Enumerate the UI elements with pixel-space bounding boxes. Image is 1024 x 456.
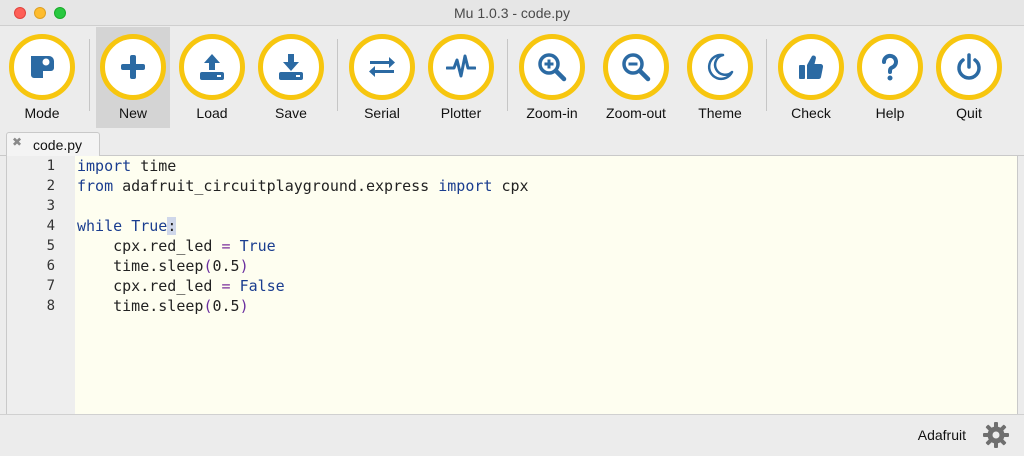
code-line: while True:: [77, 217, 177, 235]
code-line: import time: [77, 157, 177, 175]
plotter-button-label: Plotter: [440, 105, 482, 121]
line-number: 5: [46, 238, 55, 254]
toolbar-separator: [766, 39, 767, 111]
current-mode-label: Adafruit: [917, 427, 966, 443]
code-line: time.sleep(0.5): [77, 257, 249, 275]
window-title: Mu 1.0.3 - code.py: [454, 5, 570, 21]
line-number: 6: [46, 258, 55, 274]
toolbar-separator: [89, 39, 90, 111]
code-line: cpx.red_led = True: [77, 237, 276, 255]
toolbar-separator: [507, 39, 508, 111]
line-number: 3: [46, 198, 55, 214]
upload-icon: [200, 54, 224, 80]
line-number: 2: [46, 178, 55, 194]
tab-bar: ✖ code.py: [0, 128, 1024, 157]
load-button-label: Load: [196, 105, 228, 121]
new-button[interactable]: New: [96, 27, 170, 128]
zoom-in-icon: [538, 53, 567, 82]
pulse-icon: [446, 54, 476, 78]
serial-button[interactable]: Serial: [342, 27, 422, 128]
toolbar-separator: [337, 39, 338, 111]
plus-icon: [121, 55, 145, 79]
zoom-out-button[interactable]: Zoom-out: [596, 27, 676, 128]
code-line: time.sleep(0.5): [77, 297, 249, 315]
status-bar: Adafruit: [0, 414, 1024, 456]
line-number: 1: [46, 158, 55, 174]
check-button-label: Check: [791, 105, 831, 121]
download-icon: [279, 54, 303, 80]
code-editor[interactable]: 1 import time 2 from adafruit_circuitpla…: [6, 156, 1018, 414]
zoom-out-icon: [622, 53, 651, 82]
quit-button[interactable]: Quit: [929, 27, 1009, 128]
save-button-label: Save: [275, 105, 307, 121]
mode-button-label: Mode: [24, 105, 60, 121]
thumbs-up-icon: [799, 55, 824, 80]
power-icon: [957, 53, 981, 80]
zoom-out-button-label: Zoom-out: [606, 105, 666, 121]
tab-code-py[interactable]: ✖ code.py: [6, 132, 100, 157]
mu-editor-window: Mu 1.0.3 - code.py Mode New Load Save Se…: [0, 0, 1024, 456]
question-icon: [881, 53, 898, 81]
check-button[interactable]: Check: [771, 27, 851, 128]
theme-button[interactable]: Theme: [680, 27, 760, 128]
mode-button[interactable]: Mode: [2, 27, 82, 128]
line-number: 7: [46, 278, 55, 294]
quit-button-label: Quit: [956, 105, 982, 121]
plotter-button[interactable]: Plotter: [421, 27, 501, 128]
mode-icon: [31, 56, 54, 78]
swap-arrows-icon: [369, 57, 395, 77]
code-line: cpx.red_led = False: [77, 277, 285, 295]
line-number: 4: [46, 218, 55, 234]
toolbar: Mode New Load Save Serial Plotter Zoom-i…: [0, 27, 1024, 128]
new-button-label: New: [118, 105, 147, 121]
theme-button-label: Theme: [698, 105, 742, 121]
title-bar: Mu 1.0.3 - code.py: [0, 0, 1024, 26]
moon-icon: [707, 53, 734, 81]
zoom-in-button-label: Zoom-in: [526, 105, 578, 121]
load-button[interactable]: Load: [172, 27, 252, 128]
help-button-label: Help: [875, 105, 905, 121]
help-button[interactable]: Help: [850, 27, 930, 128]
serial-button-label: Serial: [364, 105, 400, 121]
close-tab-icon[interactable]: ✖: [12, 135, 22, 149]
line-number: 8: [46, 298, 55, 314]
code-line: from adafruit_circuitplayground.express …: [77, 177, 529, 195]
tab-label: code.py: [33, 137, 83, 153]
gear-icon[interactable]: [982, 421, 1010, 449]
save-button[interactable]: Save: [251, 27, 331, 128]
zoom-in-button[interactable]: Zoom-in: [512, 27, 592, 128]
